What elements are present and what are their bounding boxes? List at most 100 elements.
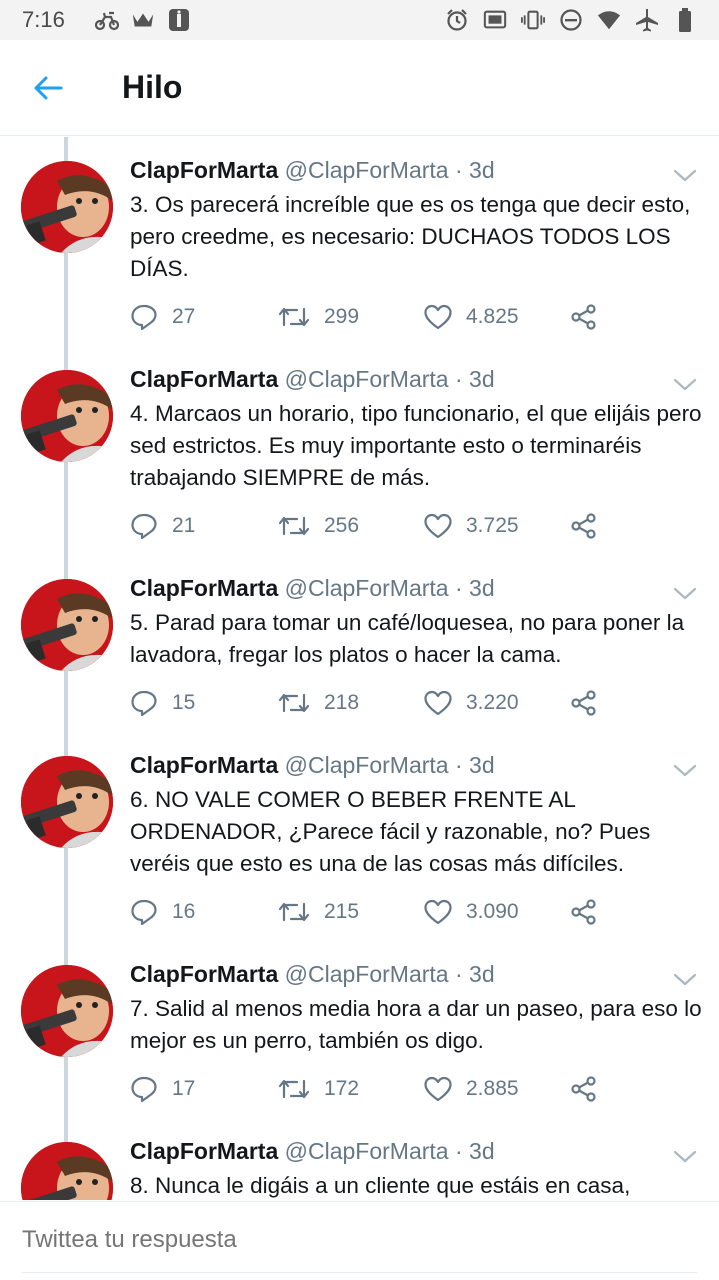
like-count: 3.220	[466, 691, 519, 714]
avatar[interactable]	[21, 1142, 113, 1200]
tweet-menu-button[interactable]	[672, 585, 698, 603]
caret-down-icon	[673, 587, 697, 600]
tweet-header: ClapForMarta @ClapForMarta · 3d	[130, 1138, 495, 1165]
reply-button[interactable]: 16	[130, 894, 195, 930]
tweet-text: 4. Marcaos un horario, tipo funcionario,…	[130, 401, 702, 490]
reply-button[interactable]: 17	[130, 1071, 195, 1107]
alarm-icon	[445, 8, 469, 32]
share-button[interactable]	[570, 299, 612, 335]
author-name[interactable]: ClapForMarta	[130, 575, 278, 601]
tweet-menu-button[interactable]	[672, 762, 698, 780]
tweet-actions: 27 299 4.825	[130, 299, 690, 335]
tweet-header: ClapForMarta @ClapForMarta · 3d	[130, 157, 495, 184]
retweet-button[interactable]: 215	[278, 894, 359, 930]
like-icon	[424, 690, 452, 716]
retweet-button[interactable]: 218	[278, 685, 359, 721]
share-button[interactable]	[570, 508, 612, 544]
author-name[interactable]: ClapForMarta	[130, 961, 278, 987]
reply-button[interactable]: 21	[130, 508, 195, 544]
tweet-actions: 15 218 3.220	[130, 685, 690, 721]
tweet-text: 7. Salid al menos media hora a dar un pa…	[130, 996, 702, 1053]
share-button[interactable]	[570, 1071, 612, 1107]
tweet-text: 6. NO VALE COMER O BEBER FRENTE AL ORDEN…	[130, 787, 651, 876]
like-count: 2.885	[466, 1077, 519, 1100]
battery-icon	[673, 8, 697, 32]
tweet-actions: 16 215 3.090	[130, 894, 690, 930]
avatar[interactable]	[21, 756, 113, 848]
retweet-icon	[278, 693, 310, 713]
author-handle: @ClapForMarta	[284, 575, 449, 601]
retweet-icon	[278, 902, 310, 922]
reply-icon	[131, 899, 157, 926]
like-button[interactable]: 3.220	[424, 685, 519, 721]
tweet-age: 3d	[469, 752, 495, 778]
like-icon	[424, 899, 452, 925]
tweet-actions: 21 256 3.725	[130, 508, 690, 544]
caret-down-icon	[673, 764, 697, 777]
caret-down-icon	[673, 973, 697, 986]
retweet-button[interactable]: 256	[278, 508, 359, 544]
author-handle: @ClapForMarta	[284, 961, 449, 987]
tweet-header: ClapForMarta @ClapForMarta · 3d	[130, 752, 495, 779]
avatar[interactable]	[21, 579, 113, 671]
reply-bar	[0, 1201, 719, 1280]
back-arrow-icon	[34, 76, 63, 99]
author-name[interactable]: ClapForMarta	[130, 366, 278, 392]
cast-icon	[483, 8, 507, 32]
reply-count: 27	[172, 305, 196, 328]
page-title: Hilo	[122, 69, 183, 105]
caret-down-icon	[673, 1150, 697, 1163]
author-handle: @ClapForMarta	[284, 1138, 449, 1164]
tweet-menu-button[interactable]	[672, 376, 698, 394]
like-icon	[424, 513, 452, 539]
retweet-icon	[278, 307, 310, 327]
tweet-header: ClapForMarta @ClapForMarta · 3d	[130, 366, 495, 393]
reply-count: 15	[172, 691, 196, 714]
retweet-count: 256	[324, 514, 360, 537]
reply-button[interactable]: 15	[130, 685, 195, 721]
share-icon	[571, 1076, 596, 1102]
author-name[interactable]: ClapForMarta	[130, 752, 278, 778]
avatar[interactable]	[21, 965, 113, 1057]
caret-down-icon	[673, 169, 697, 182]
tweet-menu-button[interactable]	[672, 971, 698, 989]
reply-icon	[131, 304, 157, 331]
separator-dot: ·	[454, 575, 463, 601]
share-button[interactable]	[570, 894, 612, 930]
tweet-text: 8. Nunca le digáis a un cliente que está…	[130, 1173, 631, 1198]
retweet-count: 218	[324, 691, 360, 714]
like-button[interactable]: 2.885	[424, 1071, 519, 1107]
retweet-button[interactable]: 299	[278, 299, 359, 335]
avatar-image	[21, 965, 113, 1057]
status-time: 7:16	[22, 7, 65, 32]
tweet-age: 3d	[469, 366, 495, 392]
like-count: 3.090	[466, 900, 519, 923]
reply-button[interactable]: 27	[130, 299, 195, 335]
retweet-button[interactable]: 172	[278, 1071, 359, 1107]
back-button[interactable]	[28, 68, 68, 108]
like-button[interactable]: 3.725	[424, 508, 519, 544]
like-button[interactable]: 4.825	[424, 299, 519, 335]
tweet-age: 3d	[469, 1138, 495, 1164]
avatar-image	[21, 1142, 113, 1200]
tweet-menu-button[interactable]	[672, 167, 698, 185]
like-icon	[424, 304, 452, 330]
tweet-menu-button[interactable]	[672, 1148, 698, 1166]
avatar[interactable]	[21, 370, 113, 462]
avatar[interactable]	[21, 161, 113, 253]
separator-dot: ·	[454, 366, 463, 392]
author-name[interactable]: ClapForMarta	[130, 157, 278, 183]
reply-input-underline	[22, 1272, 697, 1273]
share-button[interactable]	[570, 685, 612, 721]
author-name[interactable]: ClapForMarta	[130, 1138, 278, 1164]
vibrate-icon	[521, 8, 545, 32]
reply-count: 21	[172, 514, 196, 537]
reply-input[interactable]	[22, 1226, 682, 1254]
like-button[interactable]: 3.090	[424, 894, 519, 930]
author-handle: @ClapForMarta	[284, 366, 449, 392]
retweet-count: 172	[324, 1077, 360, 1100]
avatar-image	[21, 579, 113, 671]
avatar-image	[21, 161, 113, 253]
tweet-thread[interactable]: ClapForMarta @ClapForMarta · 3d 3. Os pa…	[0, 137, 719, 1200]
retweet-icon	[278, 1079, 310, 1099]
